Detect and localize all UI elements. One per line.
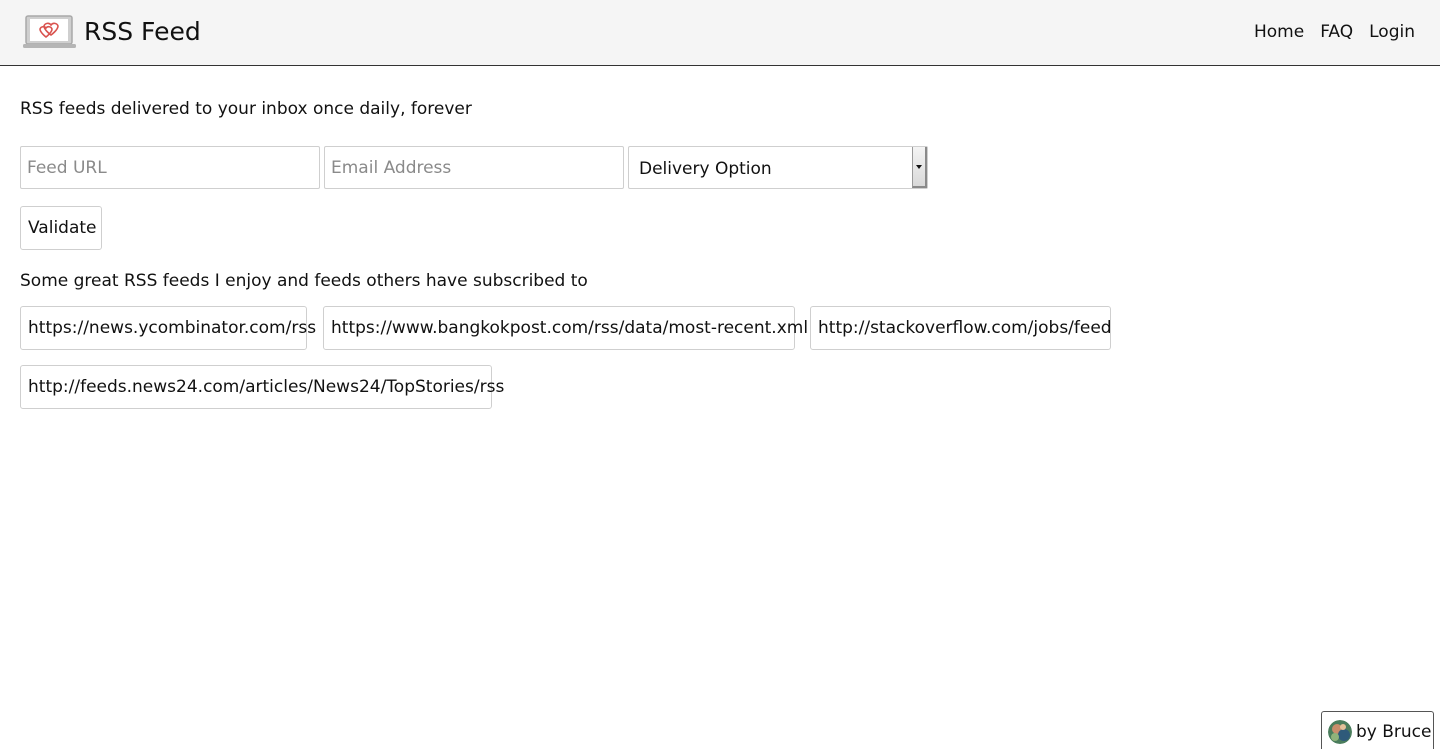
- suggestions-heading: Some great RSS feeds I enjoy and feeds o…: [20, 271, 588, 291]
- top-navbar: RSS Feed Home FAQ Login: [0, 0, 1440, 66]
- chevron-down-icon[interactable]: [912, 147, 927, 188]
- author-badge[interactable]: by Bruce: [1321, 711, 1434, 749]
- suggested-feed-button[interactable]: http://feeds.news24.com/articles/News24/…: [20, 365, 504, 409]
- page-tagline: RSS feeds delivered to your inbox once d…: [20, 99, 472, 119]
- email-address-input[interactable]: [324, 146, 624, 189]
- feed-url-input[interactable]: [20, 146, 320, 189]
- author-label: by Bruce: [1356, 722, 1432, 742]
- nav-link-home[interactable]: Home: [1254, 20, 1304, 44]
- validate-button[interactable]: Validate: [20, 206, 102, 250]
- main-nav: Home FAQ Login: [1254, 20, 1415, 44]
- laptop-heart-icon[interactable]: [22, 14, 78, 50]
- delivery-option-select[interactable]: Delivery Option: [628, 146, 928, 189]
- avatar: [1328, 720, 1352, 744]
- brand-title[interactable]: RSS Feed: [84, 15, 201, 49]
- suggested-feed-button[interactable]: https://www.bangkokpost.com/rss/data/mos…: [323, 306, 808, 350]
- nav-link-login[interactable]: Login: [1369, 20, 1415, 44]
- delivery-option-selected: Delivery Option: [639, 159, 772, 179]
- nav-link-faq[interactable]: FAQ: [1320, 20, 1353, 44]
- suggested-feed-button[interactable]: https://news.ycombinator.com/rss: [20, 306, 316, 350]
- suggested-feed-button[interactable]: http://stackoverflow.com/jobs/feed: [810, 306, 1112, 350]
